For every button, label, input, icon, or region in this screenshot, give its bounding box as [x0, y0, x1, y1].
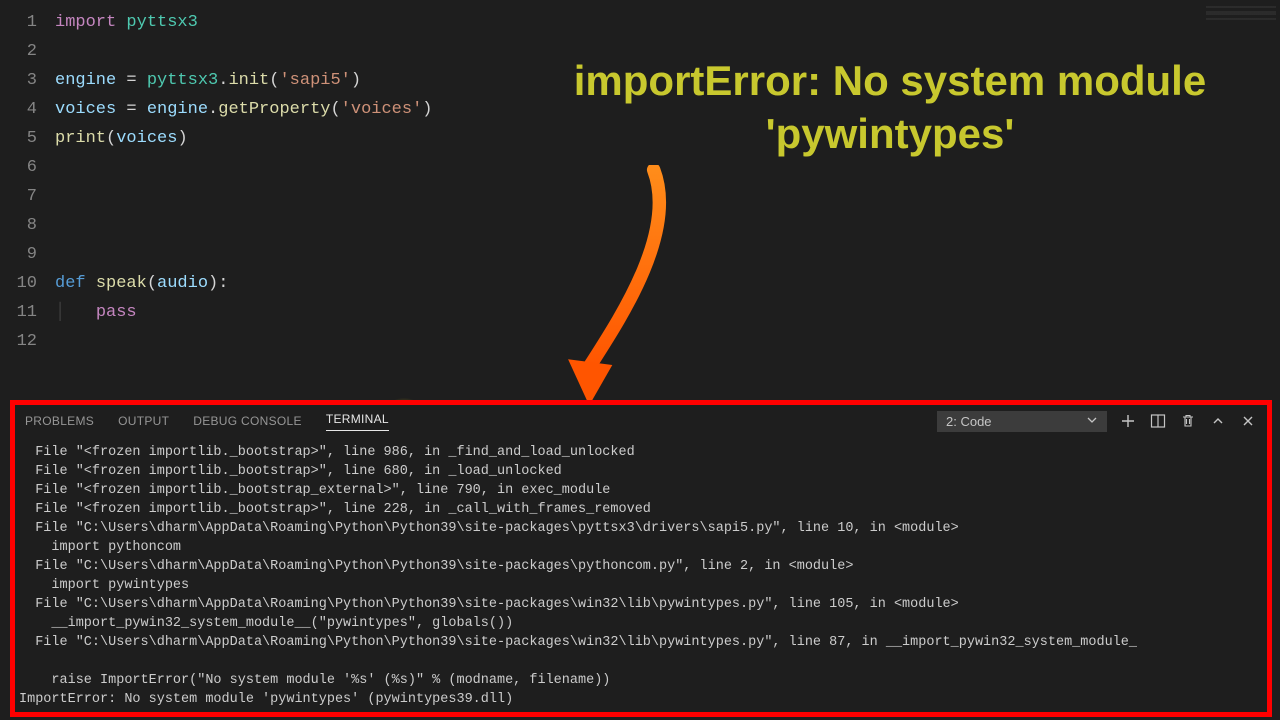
split-terminal-icon[interactable]	[1149, 412, 1167, 430]
tab-terminal[interactable]: TERMINAL	[326, 412, 389, 431]
terminal-selector[interactable]: 2: Code	[937, 411, 1107, 432]
trash-icon[interactable]	[1179, 412, 1197, 430]
chevron-up-icon[interactable]	[1209, 412, 1227, 430]
annotation-callout: importError: No system module 'pywintype…	[540, 55, 1240, 160]
code-editor[interactable]: 123456789101112 import pyttsx3 engine = …	[0, 0, 1280, 356]
tab-debug-console[interactable]: DEBUG CONSOLE	[193, 414, 302, 428]
bottom-panel: PROBLEMS OUTPUT DEBUG CONSOLE TERMINAL 2…	[10, 400, 1272, 717]
annotation-line2: 'pywintypes'	[540, 108, 1240, 161]
tab-problems[interactable]: PROBLEMS	[25, 414, 94, 428]
close-icon[interactable]	[1239, 412, 1257, 430]
terminal-output[interactable]: File "<frozen importlib._bootstrap>", li…	[15, 437, 1267, 709]
new-terminal-icon[interactable]	[1119, 412, 1137, 430]
chevron-down-icon	[1086, 414, 1098, 429]
terminal-selector-label: 2: Code	[946, 414, 992, 429]
panel-tabs: PROBLEMS OUTPUT DEBUG CONSOLE TERMINAL 2…	[15, 405, 1267, 437]
line-gutter: 123456789101112	[0, 8, 55, 356]
tab-output[interactable]: OUTPUT	[118, 414, 169, 428]
annotation-line1: importError: No system module	[540, 55, 1240, 108]
minimap[interactable]	[1206, 6, 1276, 42]
